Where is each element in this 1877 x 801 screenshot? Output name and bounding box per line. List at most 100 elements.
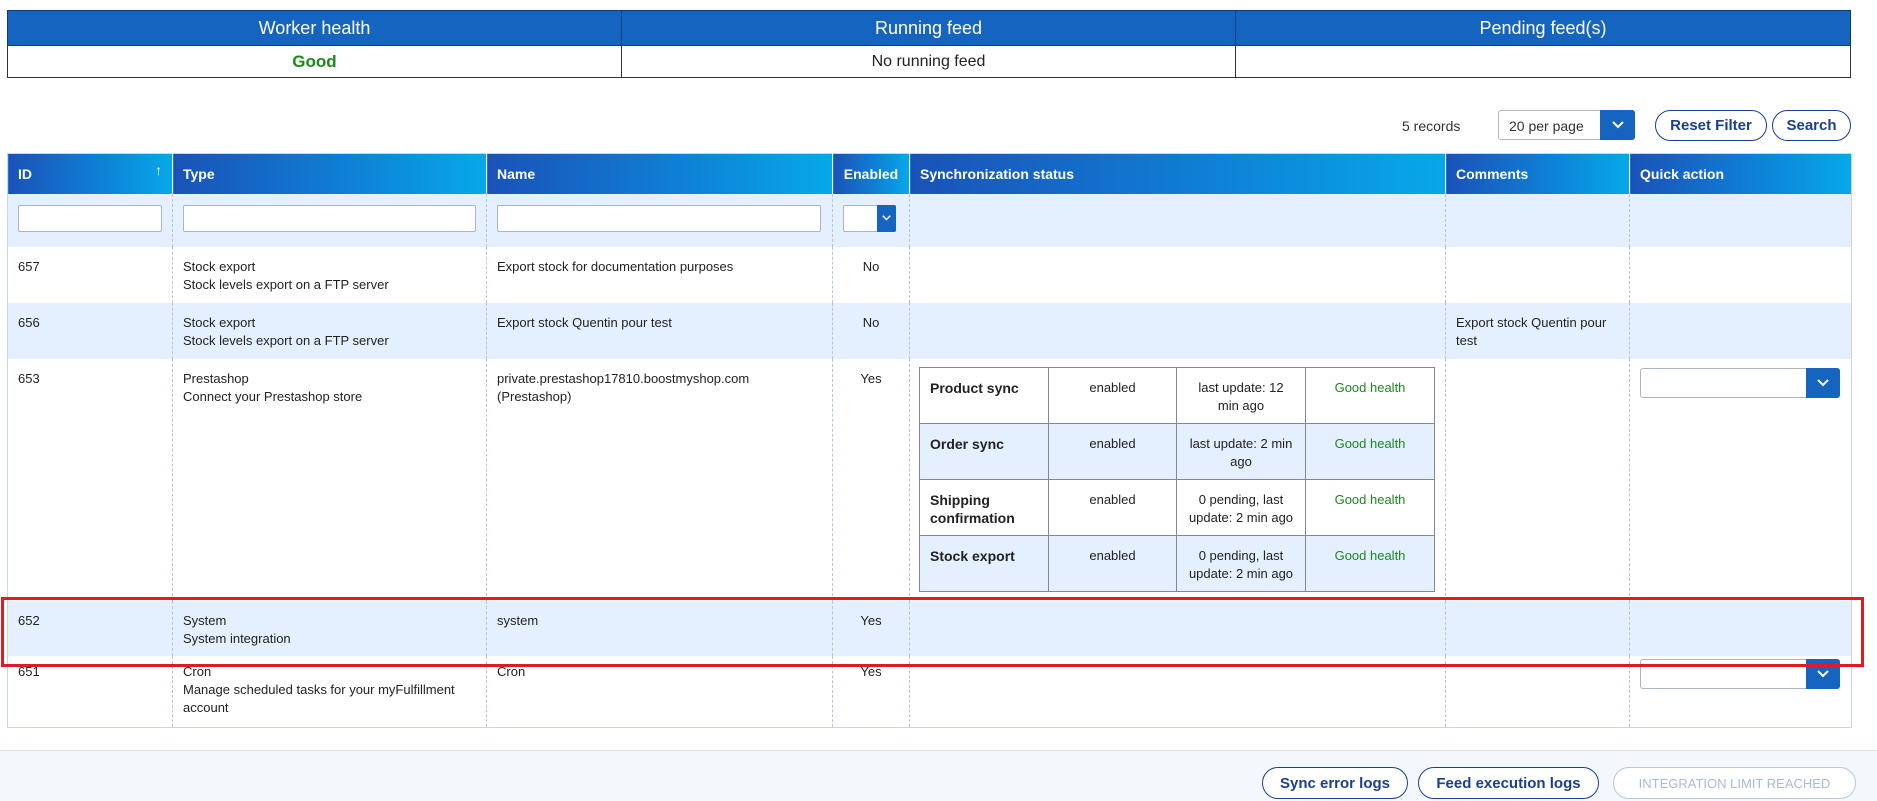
row-comments: Export stock Quentin pour test: [1445, 302, 1630, 359]
row-name: private.prestashop17810.boostmyshop.com …: [486, 358, 833, 601]
row-name: Export stock Quentin pour test: [486, 302, 833, 359]
row-quick-action: [1629, 358, 1852, 601]
worker-status-table: Worker health Running feed Pending feed(…: [7, 10, 1851, 78]
row-type-description: System integration: [183, 630, 291, 646]
chevron-down-icon[interactable]: [1806, 658, 1840, 689]
row-type: Stock export Stock levels export on a FT…: [172, 302, 487, 359]
row-name: Export stock for documentation purposes: [486, 246, 833, 303]
quick-action-select[interactable]: [1640, 658, 1840, 689]
row-id: 652: [7, 600, 173, 656]
row-sync-status: [909, 302, 1446, 359]
running-feed-value: No running feed: [621, 45, 1236, 78]
id-filter-input[interactable]: [18, 204, 162, 232]
sync-health: Good health: [1305, 478, 1435, 536]
row-enabled: Yes: [832, 655, 910, 728]
row-enabled: No: [832, 302, 910, 359]
feed-execution-logs-button[interactable]: Feed execution logs: [1418, 767, 1599, 799]
row-id: 657: [7, 246, 173, 303]
sync-state: enabled: [1048, 478, 1177, 536]
row-name: system: [486, 600, 833, 656]
integrations-grid: ID ↑ Type Name Enabled Synchronization s…: [7, 153, 1852, 728]
running-feed-header: Running feed: [621, 10, 1236, 46]
row-quick-action: [1629, 302, 1852, 359]
table-row[interactable]: 653 Prestashop Connect your Prestashop s…: [7, 358, 1852, 601]
sync-name: Stock export: [919, 534, 1049, 592]
sync-row-shipping: Shipping confirmation enabled 0 pending,…: [919, 478, 1435, 536]
worker-health-value: Good: [7, 45, 622, 78]
row-comments: [1445, 655, 1630, 728]
row-sync-status: [909, 246, 1446, 303]
integration-limit-button[interactable]: INTEGRATION LIMIT REACHED: [1613, 767, 1856, 799]
grid-toolbar: 5 records 20 per page Reset Filter Searc…: [0, 110, 1877, 142]
per-page-select[interactable]: 20 per page: [1498, 110, 1635, 140]
name-filter-input[interactable]: [497, 204, 821, 232]
row-name: Cron: [486, 655, 833, 728]
sync-name: Shipping confirmation: [919, 478, 1049, 536]
search-button[interactable]: Search: [1772, 110, 1851, 141]
row-type-title: Cron: [183, 663, 212, 679]
row-quick-action: [1629, 246, 1852, 303]
sync-last-update: last update: 2 min ago: [1176, 422, 1306, 480]
reset-filter-button[interactable]: Reset Filter: [1655, 110, 1767, 141]
row-quick-action: [1629, 600, 1852, 656]
row-type-title: Stock export: [183, 258, 256, 274]
row-type: System System integration: [172, 600, 487, 656]
chevron-down-icon[interactable]: [1600, 110, 1635, 140]
sync-name: Order sync: [919, 422, 1049, 480]
column-header-type[interactable]: Type: [172, 153, 487, 194]
table-row[interactable]: 656 Stock export Stock levels export on …: [7, 302, 1852, 359]
row-enabled: No: [832, 246, 910, 303]
column-header-enabled[interactable]: Enabled: [832, 153, 910, 194]
chevron-down-icon[interactable]: [1806, 367, 1840, 398]
per-page-value: 20 per page: [1509, 118, 1584, 134]
table-row[interactable]: 657 Stock export Stock levels export on …: [7, 246, 1852, 303]
sync-state: enabled: [1048, 534, 1177, 592]
row-type: Prestashop Connect your Prestashop store: [172, 358, 487, 601]
column-header-id-label: ID: [18, 165, 32, 182]
sync-last-update: 0 pending, last update: 2 min ago: [1176, 478, 1306, 536]
arrow-up-icon[interactable]: ↑: [155, 162, 162, 178]
sync-row-stock-export: Stock export enabled 0 pending, last upd…: [919, 534, 1435, 592]
records-count: 5 records: [1402, 118, 1461, 134]
row-type: Stock export Stock levels export on a FT…: [172, 246, 487, 303]
row-type: Cron Manage scheduled tasks for your myF…: [172, 655, 487, 728]
row-type-description: Stock levels export on a FTP server: [183, 332, 389, 348]
column-header-id[interactable]: ID ↑: [7, 153, 173, 194]
footer-bar: Sync error logs Feed execution logs INTE…: [0, 750, 1877, 801]
column-header-quick-action: Quick action: [1629, 153, 1852, 194]
row-comments: [1445, 358, 1630, 601]
chevron-down-icon[interactable]: [877, 204, 896, 232]
row-type-title: System: [183, 612, 227, 628]
column-header-sync-status: Synchronization status: [909, 153, 1446, 194]
row-sync-status: Product sync enabled last update: 12 min…: [909, 358, 1446, 601]
type-filter-input[interactable]: [183, 204, 476, 232]
worker-health-header: Worker health: [7, 10, 622, 46]
row-type-title: Stock export: [183, 314, 256, 330]
row-enabled: Yes: [832, 600, 910, 656]
row-type-title: Prestashop: [183, 370, 249, 386]
sync-status-table: Product sync enabled last update: 12 min…: [919, 366, 1435, 592]
table-row[interactable]: 651 Cron Manage scheduled tasks for your…: [7, 655, 1852, 728]
row-type-description: Manage scheduled tasks for your myFulfil…: [183, 681, 455, 715]
sync-error-logs-button[interactable]: Sync error logs: [1262, 767, 1408, 799]
quick-action-select[interactable]: [1640, 367, 1840, 398]
sync-row-order: Order sync enabled last update: 2 min ag…: [919, 422, 1435, 480]
worker-health-status: Good: [292, 51, 337, 71]
row-quick-action: [1629, 655, 1852, 728]
row-type-description: Stock levels export on a FTP server: [183, 276, 389, 292]
table-row[interactable]: 652 System System integration system Yes: [7, 600, 1852, 656]
row-enabled: Yes: [832, 358, 910, 601]
column-header-comments: Comments: [1445, 153, 1630, 194]
sync-name: Product sync: [919, 366, 1049, 424]
row-id: 651: [7, 655, 173, 728]
column-header-name[interactable]: Name: [486, 153, 833, 194]
sync-row-product: Product sync enabled last update: 12 min…: [919, 366, 1435, 424]
sync-state: enabled: [1048, 366, 1177, 424]
row-id: 653: [7, 358, 173, 601]
enabled-filter-select[interactable]: [843, 204, 896, 232]
pending-feeds-header: Pending feed(s): [1235, 10, 1851, 46]
sync-last-update: 0 pending, last update: 2 min ago: [1176, 534, 1306, 592]
sync-health: Good health: [1305, 534, 1435, 592]
sync-state: enabled: [1048, 422, 1177, 480]
sync-last-update: last update: 12 min ago: [1176, 366, 1306, 424]
